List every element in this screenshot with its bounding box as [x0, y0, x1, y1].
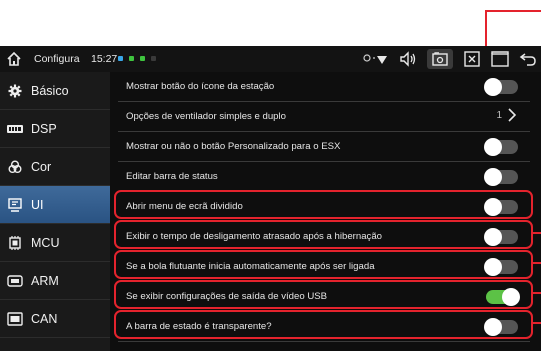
- annotation-tick: [533, 292, 541, 294]
- annotation-box: [114, 250, 533, 279]
- sidebar-item-label: ARM: [31, 273, 59, 288]
- monitor-icon: [7, 197, 23, 212]
- sidebar-item-mcu[interactable]: MCU: [0, 224, 110, 262]
- back-icon[interactable]: [519, 50, 537, 68]
- location-wifi-icon: [363, 50, 389, 68]
- sidebar-item-can[interactable]: CAN: [0, 300, 110, 338]
- processor-icon: [7, 274, 23, 288]
- notification-dots: [118, 56, 156, 61]
- annotation-line-top: [485, 10, 541, 12]
- sidebar-item-label: Básico: [31, 83, 69, 98]
- setting-label: Opções de ventilador simples e duplo: [126, 111, 286, 122]
- settings-row[interactable]: Mostrar ou não o botão Personalizado par…: [118, 132, 530, 162]
- annotation-tick: [533, 322, 541, 324]
- notification-dot: [118, 56, 123, 61]
- toggle-knob: [484, 78, 502, 96]
- annotation-tick: [533, 262, 541, 264]
- toggle-switch[interactable]: [484, 168, 518, 186]
- sidebar-item-dsp[interactable]: DSP: [0, 110, 110, 148]
- sidebar-item-label: Cor: [31, 159, 52, 174]
- annotation-box: [114, 220, 533, 249]
- sidebar-item-label: CAN: [31, 311, 58, 326]
- setting-value[interactable]: 1: [496, 108, 516, 122]
- sidebar-item-basico[interactable]: Básico: [0, 72, 110, 110]
- palette-icon: [7, 160, 23, 174]
- app-title: Configura: [34, 53, 80, 65]
- toggle-switch[interactable]: [484, 138, 518, 156]
- annotation-tick: [533, 232, 541, 234]
- status-bar: Configura 15:27: [0, 46, 541, 72]
- annotation-box: [114, 190, 533, 219]
- notification-dot: [129, 56, 134, 61]
- sidebar-item-ui[interactable]: UI: [0, 186, 110, 224]
- toggle-switch[interactable]: [484, 78, 518, 96]
- chevron-right-icon: [508, 108, 516, 122]
- sidebar-item-label: MCU: [31, 235, 60, 250]
- chip-icon: [7, 235, 23, 250]
- can-bus-icon: [7, 311, 23, 326]
- setting-label: Mostrar botão do ícone da estação: [126, 81, 275, 92]
- toggle-knob: [484, 168, 502, 186]
- settings-row[interactable]: Mostrar botão do ícone da estação: [118, 72, 530, 102]
- screenshot-icon[interactable]: [427, 49, 453, 69]
- recent-apps-icon[interactable]: [491, 50, 509, 68]
- annotation-box: [114, 310, 533, 339]
- notification-dot: [151, 56, 156, 61]
- gear-icon: [7, 84, 23, 98]
- sidebar-item-label: DSP: [31, 121, 57, 136]
- clock: 15:27: [91, 53, 118, 65]
- home-icon[interactable]: [6, 51, 22, 67]
- notification-dot: [140, 56, 145, 61]
- settings-row[interactable]: Editar barra de status: [118, 162, 530, 192]
- sidebar: Básico DSP Cor UI MCU ARM CAN: [0, 72, 110, 351]
- sidebar-item-label: UI: [31, 197, 44, 212]
- settings-row[interactable]: Opções de ventilador simples e duplo 1: [118, 102, 530, 132]
- setting-label: Editar barra de status: [126, 171, 218, 182]
- equalizer-icon: [7, 122, 23, 136]
- setting-value-text: 1: [496, 109, 502, 121]
- volume-icon[interactable]: [399, 50, 417, 68]
- sidebar-item-cor[interactable]: Cor: [0, 148, 110, 186]
- setting-label: Mostrar ou não o botão Personalizado par…: [126, 141, 341, 152]
- toggle-knob: [484, 138, 502, 156]
- sidebar-item-arm[interactable]: ARM: [0, 262, 110, 300]
- annotation-box: [114, 280, 533, 309]
- screen: Configura 15:27 Básico DSP Cor UI MCU AR…: [0, 46, 541, 351]
- close-window-icon[interactable]: [463, 50, 481, 68]
- status-icons: [363, 48, 541, 70]
